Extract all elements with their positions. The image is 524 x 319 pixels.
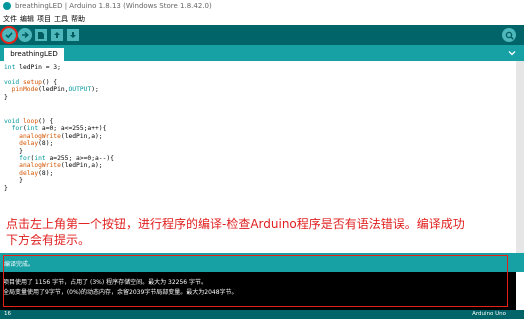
open-button[interactable]: [51, 29, 63, 41]
toolbar: [0, 25, 524, 45]
code-line: analogWrite(ledPin,a);: [19, 132, 103, 140]
code-line: }: [4, 177, 23, 185]
code-line: }: [4, 93, 8, 101]
serial-monitor-icon: [505, 31, 514, 40]
upload-button[interactable]: [18, 28, 32, 42]
menu-file[interactable]: 文件: [3, 15, 17, 23]
window-title: breathingLED | Arduino 1.8.13 (Windows S…: [15, 2, 212, 10]
code-line: analogWrite(ledPin,a);: [19, 162, 103, 170]
editor-scrollbar[interactable]: [516, 61, 524, 261]
save-button[interactable]: [67, 29, 79, 41]
tab-breathingled[interactable]: breathingLED: [4, 48, 64, 61]
menu-help[interactable]: 帮助: [71, 15, 85, 23]
code-line: pinMode(ledPin,OUTPUT);: [11, 86, 99, 94]
upload-icon: [22, 31, 29, 39]
code-line: }: [4, 147, 23, 155]
code-line: delay(8);: [19, 140, 54, 148]
serial-monitor-button[interactable]: [502, 28, 516, 42]
new-button[interactable]: [35, 29, 47, 41]
code-line: for(int a=255; a>=0;a--){: [19, 155, 114, 162]
code-line: void loop() {: [4, 118, 54, 125]
tab-menu-chevron-icon[interactable]: [508, 49, 516, 57]
save-icon: [70, 32, 76, 38]
code-line: }: [4, 184, 8, 192]
tab-bar: breathingLED: [0, 45, 524, 61]
bottom-status-bar: 16 Arduino Uno: [0, 310, 524, 319]
console-highlight-box: [3, 255, 508, 307]
line-number: 16: [4, 311, 11, 317]
board-name: Arduino Uno: [472, 311, 506, 317]
code-line: int ledPin = 3;: [4, 64, 61, 71]
annotation-text: 点击左上角第一个按钮，进行程序的编译-检查Arduino程序是否有语法错误。编译…: [6, 217, 465, 247]
new-icon: [38, 31, 44, 39]
menu-bar: 文件 编辑 项目 工具 帮助: [0, 13, 524, 25]
menu-edit[interactable]: 编辑: [20, 15, 34, 23]
code-line: delay(8);: [19, 169, 54, 177]
title-bar: breathingLED | Arduino 1.8.13 (Windows S…: [0, 0, 524, 13]
menu-tools[interactable]: 工具: [54, 15, 68, 23]
code-line: void setup() {: [4, 78, 58, 86]
menu-sketch[interactable]: 项目: [37, 15, 51, 23]
code-line: for(int a=0; a<=255;a++){: [11, 125, 107, 133]
open-icon: [54, 32, 60, 38]
verify-button[interactable]: [0, 26, 18, 44]
arduino-app-icon: [3, 2, 11, 10]
verify-icon: [5, 32, 13, 39]
